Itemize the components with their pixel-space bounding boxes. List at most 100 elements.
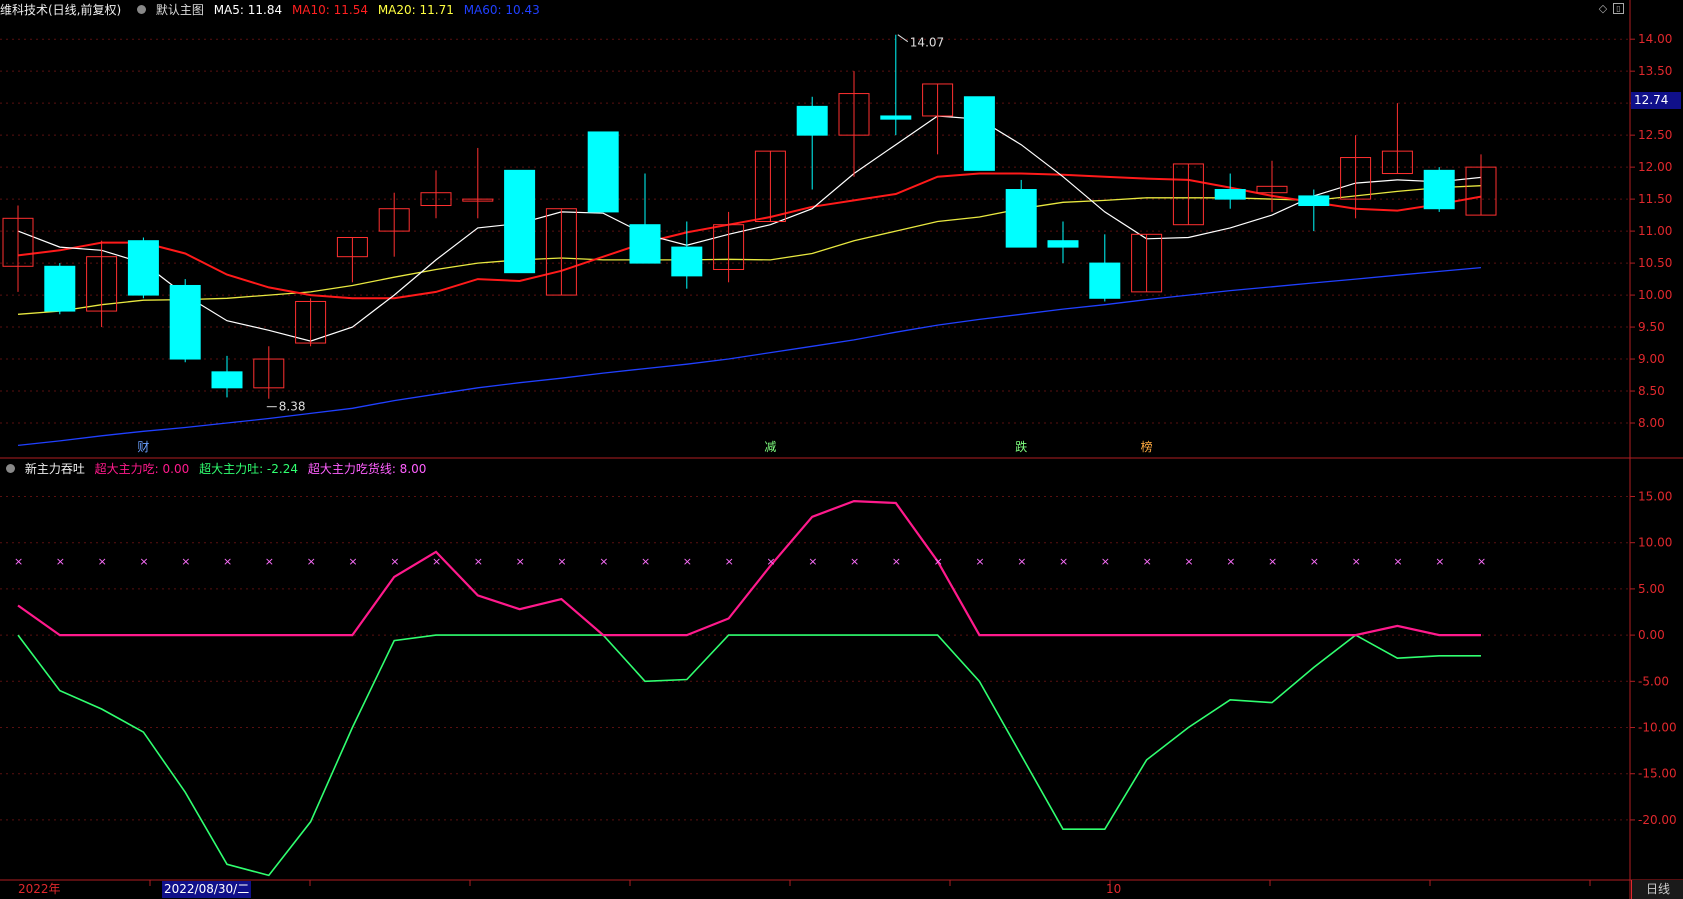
indicator-line-mark: × <box>850 555 859 568</box>
ma5-line <box>17 115 1482 342</box>
candle-body <box>1047 240 1079 248</box>
price-tick-label: 11.50 <box>1638 192 1672 206</box>
selected-date-label: 2022/08/30/二 <box>162 881 252 898</box>
indicator-line-mark: × <box>1226 555 1235 568</box>
ma20-label: MA20: 11.71 <box>377 3 454 17</box>
price-tick-label: 12.50 <box>1638 128 1672 142</box>
indicator-tick-label: 10.00 <box>1638 536 1672 550</box>
diamond-icon[interactable]: ◇ <box>1597 3 1609 15</box>
indicator-line-mark: × <box>599 555 608 568</box>
indicator-tick-label: -15.00 <box>1638 767 1677 781</box>
high-annotation: 14.07 <box>910 36 944 50</box>
price-tick-label: 8.00 <box>1638 416 1665 430</box>
candle-body <box>1089 262 1121 299</box>
candle-body <box>169 284 201 360</box>
candle-body <box>504 169 536 274</box>
ma10-line <box>17 172 1482 300</box>
indicator-line-mark: × <box>892 555 901 568</box>
indicator-line-mark: × <box>557 555 566 568</box>
price-tick-label: 8.50 <box>1638 384 1665 398</box>
indicator-line-mark: × <box>1435 555 1444 568</box>
low-annotation: 8.38 <box>279 400 306 414</box>
indicator-tick-label: 0.00 <box>1638 628 1665 642</box>
high-annotation-arrow <box>897 34 909 43</box>
candle-body <box>1423 169 1455 210</box>
candle-body <box>880 115 912 120</box>
indicator-line-mark: × <box>139 555 148 568</box>
current-price-badge: 12.74 <box>1631 92 1681 109</box>
candle-body <box>1005 189 1037 248</box>
ma60-label: MA60: 10.43 <box>463 3 540 17</box>
indicator-settings-icon[interactable] <box>6 464 15 473</box>
indicator-line-mark: × <box>1310 555 1319 568</box>
panel-toggle-icon[interactable]: ▯ <box>1613 3 1624 14</box>
indicator-line-mark: × <box>766 555 775 568</box>
year-label: 2022年 <box>18 882 61 896</box>
indicator-line-mark: × <box>265 555 274 568</box>
indicator-line-mark: × <box>934 555 943 568</box>
indicator-line-mark: × <box>56 555 65 568</box>
candle-body <box>796 105 828 136</box>
indicator-line-mark: × <box>1184 555 1193 568</box>
indicator-line-mark: × <box>1017 555 1026 568</box>
indicator-tick-label: -5.00 <box>1638 674 1669 688</box>
price-tick-label: 9.00 <box>1638 352 1665 366</box>
indicator-line-mark: × <box>1143 555 1152 568</box>
indicator-line-mark: × <box>307 555 316 568</box>
indicator-line-label: 超大主力吃货线: 8.00 <box>307 462 427 476</box>
period-button[interactable]: 日线 <box>1631 880 1683 899</box>
indicator-line-mark: × <box>725 555 734 568</box>
candle-body <box>587 131 619 213</box>
candle-body <box>127 240 159 296</box>
indicator-line-mark: × <box>432 555 441 568</box>
candle-body <box>629 224 661 264</box>
price-tick-label: 14.00 <box>1638 32 1672 46</box>
indicator-line-mark: × <box>390 555 399 568</box>
indicator-line-mark: × <box>223 555 232 568</box>
indicator-line-mark: × <box>1477 555 1486 568</box>
chart-mode-label[interactable]: 默认主图 <box>156 3 204 17</box>
main-chart-header: 维科技术(日线,前复权) 默认主图 MA5: 11.84 MA10: 11.54… <box>0 0 1630 20</box>
indicator-line-mark: × <box>683 555 692 568</box>
indicator-tick-label: -10.00 <box>1638 721 1677 735</box>
price-tick-label: 12.00 <box>1638 160 1672 174</box>
ma60-line <box>17 266 1482 447</box>
indicator-name[interactable]: 新主力吞吐 <box>25 462 85 476</box>
indicator-sell-label: 超大主力吐: -2.24 <box>199 462 298 476</box>
price-tick-label: 13.50 <box>1638 64 1672 78</box>
ma5-label: MA5: 11.84 <box>213 3 283 17</box>
indicator-line-mark: × <box>14 555 23 568</box>
indicator-header: 新主力吞吐 超大主力吃: 0.00 超大主力吐: -2.24 超大主力吃货线: … <box>0 459 1630 479</box>
event-marker: 榜 <box>1141 439 1153 454</box>
indicator-line-mark: × <box>1059 555 1068 568</box>
indicator-tick-label: 15.00 <box>1638 489 1672 503</box>
indicator-line-mark: × <box>1393 555 1402 568</box>
indicator-line-mark: × <box>181 555 190 568</box>
indicator-line-mark: × <box>808 555 817 568</box>
chart-canvas[interactable]: 14.0013.5013.0012.5012.0011.5011.0010.50… <box>0 0 1683 899</box>
indicator-line-mark: × <box>975 555 984 568</box>
indicator-line-mark: × <box>1352 555 1361 568</box>
indicator-line-mark: × <box>641 555 650 568</box>
price-tick-label: 10.00 <box>1638 288 1672 302</box>
indicator-line-mark: × <box>516 555 525 568</box>
candle-body <box>671 246 703 277</box>
indicator-tick-label: -20.00 <box>1638 813 1677 827</box>
indicator-sell-line <box>17 634 1481 877</box>
indicator-line-mark: × <box>98 555 107 568</box>
price-tick-label: 9.50 <box>1638 320 1665 334</box>
event-marker: 跌 <box>1015 439 1027 454</box>
ma10-label: MA10: 11.54 <box>291 3 368 17</box>
event-marker: 财 <box>137 440 149 454</box>
candle-body <box>1214 189 1246 200</box>
stock-title[interactable]: 维科技术(日线,前复权) <box>0 3 121 17</box>
indicator-buy-label: 超大主力吃: 0.00 <box>94 462 190 476</box>
indicator-line-mark: × <box>1268 555 1277 568</box>
candle-body <box>963 96 995 171</box>
candle-body <box>44 265 76 312</box>
event-marker: 减 <box>764 440 776 454</box>
candle-body <box>211 371 243 389</box>
price-tick-label: 10.50 <box>1638 256 1672 270</box>
indicator-tick-label: 5.00 <box>1638 582 1665 596</box>
settings-circle-icon[interactable] <box>137 5 147 14</box>
